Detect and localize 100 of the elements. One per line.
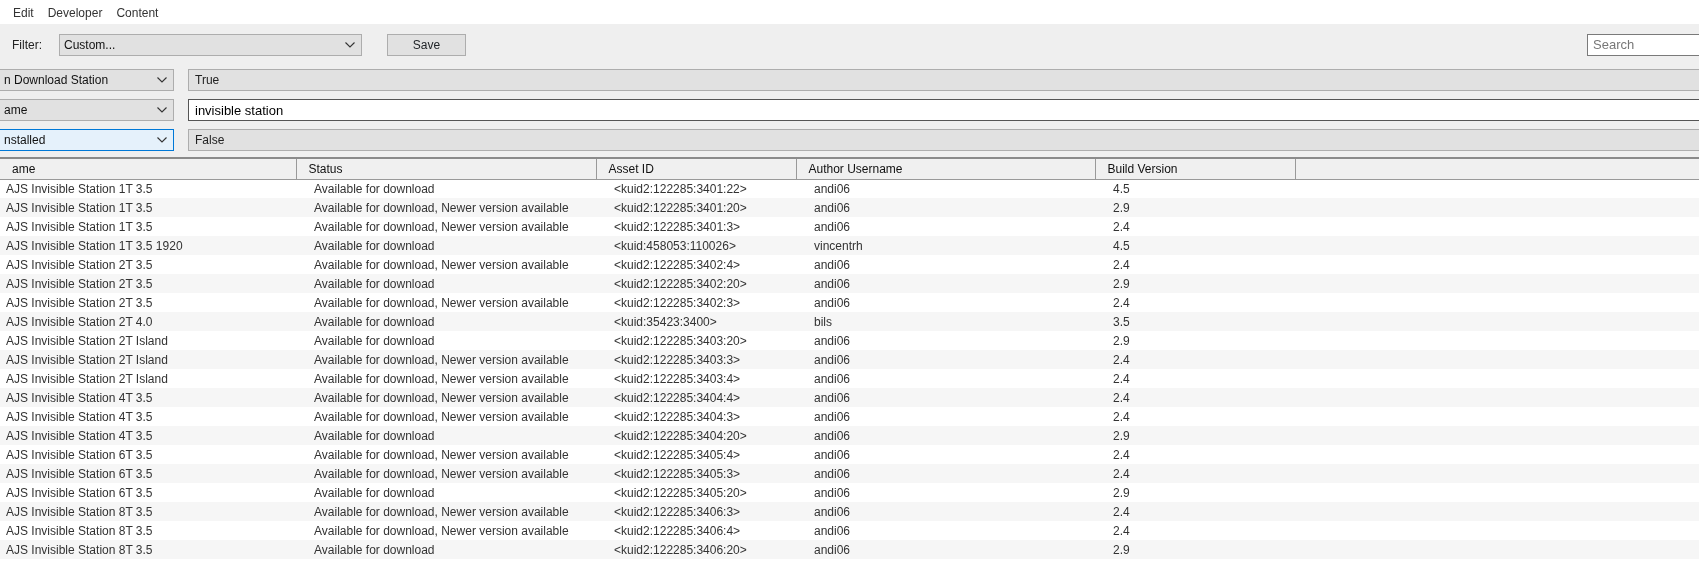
table-cell: Available for download, Newer version available (296, 293, 596, 312)
table-cell: andi06 (796, 274, 1095, 293)
table-cell: andi06 (796, 198, 1095, 217)
column-header[interactable]: Status (296, 158, 596, 179)
table-cell: <kuid2:122285:3405:20> (596, 483, 796, 502)
table-cell: 2.4 (1095, 350, 1295, 369)
chevron-icon (157, 77, 167, 83)
table-cell: <kuid:458053:110026> (596, 236, 796, 255)
table-cell: AJS Invisible Station 8T 3.5 (0, 502, 296, 521)
table-cell: andi06 (796, 179, 1095, 198)
table-cell: AJS Invisible Station 1T 3.5 (0, 217, 296, 236)
table-cell: Available for download, Newer version available (296, 198, 596, 217)
table-cell: AJS Invisible Station 4T 3.5 (0, 407, 296, 426)
table-cell: Available for download, Newer version available (296, 388, 596, 407)
column-header[interactable]: Asset ID (596, 158, 796, 179)
table-cell: 4.5 (1095, 236, 1295, 255)
table-cell: AJS Invisible Station 8T 3.5 (0, 540, 296, 559)
table-cell: Available for download, Newer version available (296, 445, 596, 464)
table-cell: <kuid2:122285:3401:20> (596, 198, 796, 217)
table-cell: AJS Invisible Station 2T Island (0, 331, 296, 350)
table-cell: Available for download (296, 540, 596, 559)
table-cell: AJS Invisible Station 2T Island (0, 369, 296, 388)
table-cell: 2.9 (1095, 483, 1295, 502)
menu-item[interactable]: Content (116, 4, 159, 22)
table-cell: <kuid2:122285:3404:4> (596, 388, 796, 407)
filter-label: Filter: (12, 36, 43, 54)
table-cell: 2.4 (1095, 217, 1295, 236)
table-cell: AJS Invisible Station 2T Island (0, 350, 296, 369)
table-cell: 2.4 (1095, 407, 1295, 426)
table-cell: AJS Invisible Station 2T 4.0 (0, 312, 296, 331)
table-cell: 4.5 (1095, 179, 1295, 198)
chevron-icon (157, 107, 167, 113)
save-button[interactable]: Save (387, 33, 466, 56)
table-cell: 2.9 (1095, 426, 1295, 445)
table-cell: AJS Invisible Station 6T 3.5 (0, 445, 296, 464)
chevron-icon (345, 41, 355, 48)
field-dropdown[interactable]: n Download Station (0, 69, 174, 91)
table-cell: <kuid2:122285:3402:4> (596, 255, 796, 274)
value-field[interactable]: invisible station (188, 99, 1699, 121)
table-cell: andi06 (796, 502, 1095, 521)
table-cell: AJS Invisible Station 8T 3.5 (0, 521, 296, 540)
table-cell: AJS Invisible Station 2T 3.5 (0, 255, 296, 274)
table-cell: Available for download, Newer version available (296, 369, 596, 388)
table-cell: andi06 (796, 388, 1095, 407)
table-cell: andi06 (796, 369, 1095, 388)
table-cell: Available for download, Newer version available (296, 407, 596, 426)
table-cell: 2.4 (1095, 293, 1295, 312)
table-cell: AJS Invisible Station 6T 3.5 (0, 464, 296, 483)
table-cell: <kuid:35423:3400> (596, 312, 796, 331)
menu-item[interactable]: Edit (13, 4, 34, 22)
table-cell: andi06 (796, 483, 1095, 502)
table-cell: andi06 (796, 217, 1095, 236)
field-dropdown[interactable]: nstalled (0, 129, 174, 151)
chevron-icon (157, 137, 167, 143)
menu-item[interactable]: Developer (47, 4, 103, 22)
table-cell: Available for download (296, 331, 596, 350)
table-cell: andi06 (796, 255, 1095, 274)
table-cell: AJS Invisible Station 1T 3.5 (0, 198, 296, 217)
search-field[interactable]: Search (1587, 33, 1699, 56)
table-cell: AJS Invisible Station 4T 3.5 (0, 388, 296, 407)
table-cell: <kuid2:122285:3404:3> (596, 407, 796, 426)
filter-dropdown[interactable]: Custom... (59, 33, 362, 56)
column-header[interactable]: Build Version (1095, 158, 1295, 179)
table-cell: Available for download, Newer version available (296, 255, 596, 274)
value-field: True (188, 69, 1699, 91)
table-cell: andi06 (796, 521, 1095, 540)
field-dropdown[interactable]: ame (0, 99, 174, 121)
table-cell: andi06 (796, 331, 1095, 350)
table-cell: Available for download (296, 236, 596, 255)
table-cell: <kuid2:122285:3404:20> (596, 426, 796, 445)
table-cell: 2.4 (1095, 464, 1295, 483)
table-cell: AJS Invisible Station 4T 3.5 (0, 426, 296, 445)
table-cell: AJS Invisible Station 2T 3.5 (0, 293, 296, 312)
table-cell: <kuid2:122285:3403:20> (596, 331, 796, 350)
column-header[interactable]: ame (0, 158, 296, 179)
table-cell: 2.4 (1095, 388, 1295, 407)
table-cell: 2.9 (1095, 331, 1295, 350)
table-cell: vincentrh (796, 236, 1095, 255)
table-cell: AJS Invisible Station 1T 3.5 1920 (0, 236, 296, 255)
table-cell: <kuid2:122285:3401:3> (596, 217, 796, 236)
table-cell: <kuid2:122285:3403:4> (596, 369, 796, 388)
column-header[interactable]: Author Username (796, 158, 1095, 179)
table-cell: <kuid2:122285:3405:3> (596, 464, 796, 483)
table-cell: <kuid2:122285:3401:22> (596, 179, 796, 198)
table-cell: andi06 (796, 407, 1095, 426)
table-cell: 2.4 (1095, 445, 1295, 464)
table-cell: Available for download (296, 483, 596, 502)
table-cell: Available for download, Newer version available (296, 502, 596, 521)
table-cell: 2.4 (1095, 502, 1295, 521)
table-cell: AJS Invisible Station 6T 3.5 (0, 483, 296, 502)
table-cell: Available for download, Newer version available (296, 217, 596, 236)
table-cell: 2.9 (1095, 274, 1295, 293)
table-cell: Available for download (296, 426, 596, 445)
table-cell: AJS Invisible Station 1T 3.5 (0, 179, 296, 198)
table-cell: andi06 (796, 464, 1095, 483)
table-cell: Available for download, Newer version available (296, 521, 596, 540)
table-cell: 3.5 (1095, 312, 1295, 331)
table-cell: Available for download (296, 274, 596, 293)
table-cell: <kuid2:122285:3406:20> (596, 540, 796, 559)
table-cell: <kuid2:122285:3402:3> (596, 293, 796, 312)
